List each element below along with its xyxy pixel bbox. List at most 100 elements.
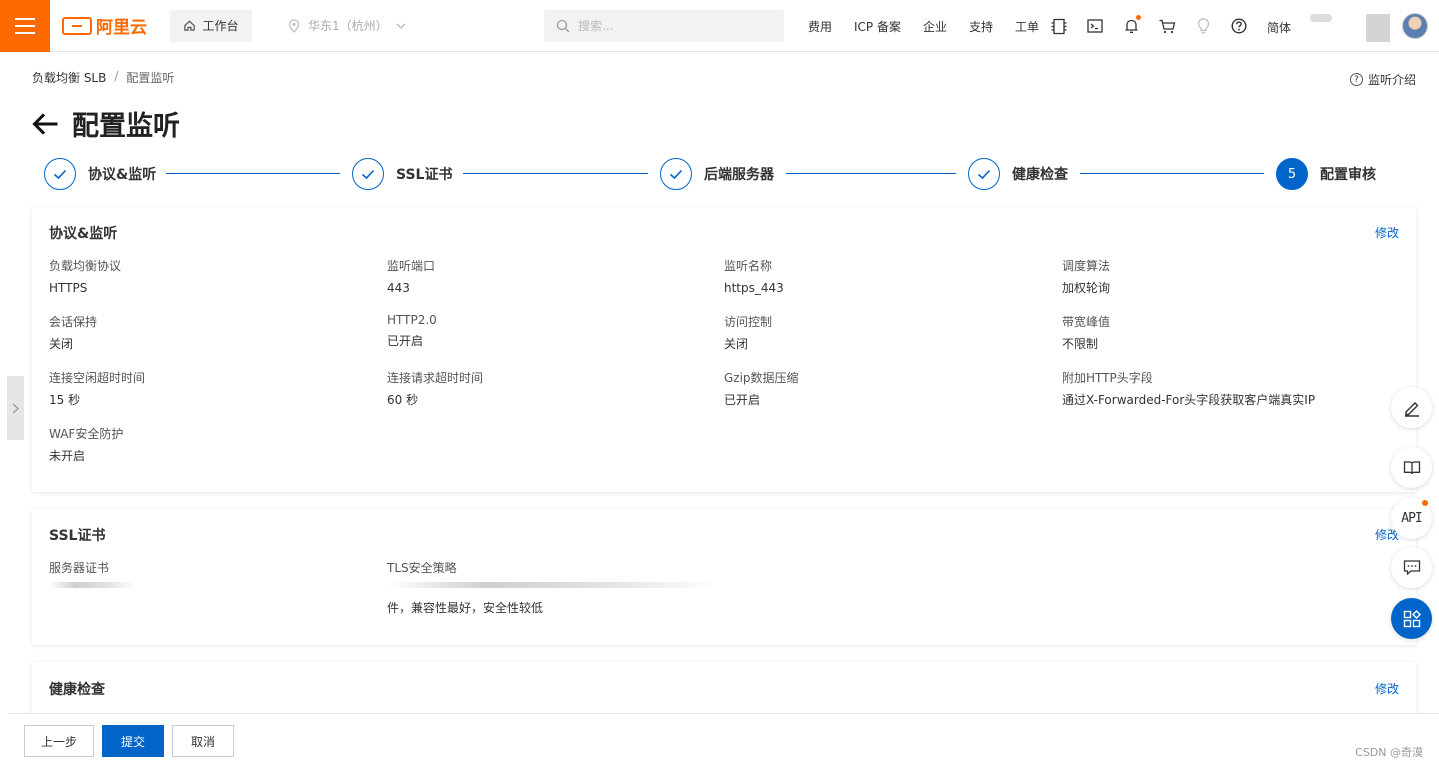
search-placeholder: 搜索... bbox=[578, 19, 614, 33]
language-switch[interactable]: 简体 bbox=[1267, 19, 1291, 36]
api-notification-dot bbox=[1422, 500, 1428, 506]
listener-intro-label: 监听介绍 bbox=[1367, 73, 1416, 87]
breadcrumb-separator: / bbox=[114, 69, 119, 83]
breadcrumb: 负载均衡 SLB / 配置监听 bbox=[32, 69, 174, 86]
nav-ticket[interactable]: 工单 bbox=[1015, 18, 1039, 35]
pencil-icon bbox=[1404, 401, 1419, 417]
hamburger-menu-button[interactable] bbox=[0, 0, 50, 52]
card-title: 健康检查 bbox=[49, 682, 105, 698]
edit-link[interactable]: 修改 bbox=[1375, 224, 1399, 241]
step-ssl: SSL证书 bbox=[352, 158, 452, 190]
nav-enterprise[interactable]: 企业 bbox=[923, 18, 947, 35]
location-pin-icon bbox=[288, 18, 300, 33]
csdn-watermark: CSDN @奇漠 bbox=[1355, 746, 1423, 759]
question-icon: ? bbox=[1349, 73, 1363, 86]
step-review: 5 配置审核 bbox=[1276, 158, 1376, 190]
field-gzip: Gzip数据压缩 已开启 bbox=[724, 371, 799, 407]
server-cert-value-redacted bbox=[49, 582, 137, 588]
chat-icon bbox=[1403, 560, 1420, 576]
field-bandwidth: 带宽峰值 不限制 bbox=[1062, 315, 1111, 351]
field-http-header: 附加HTTP头字段 通过X-Forwarded-For头字段获取客户端真实IP bbox=[1062, 371, 1316, 407]
protocol-listener-card: 协议&监听 修改 负载均衡协议 HTTPS 监听端口 443 监听名称 https_4… bbox=[32, 207, 1416, 492]
top-nav-links: 费用 ICP 备案 企业 支持 工单 bbox=[808, 0, 1039, 52]
card-title: SSL证书 bbox=[49, 528, 106, 544]
cart-icon[interactable] bbox=[1158, 17, 1176, 35]
listener-intro-link[interactable]: ? 监听介绍 bbox=[1349, 71, 1416, 88]
check-icon bbox=[352, 158, 384, 190]
feedback-edit-button[interactable] bbox=[1391, 387, 1432, 428]
api-button[interactable]: API bbox=[1391, 498, 1432, 539]
help-icon[interactable] bbox=[1230, 17, 1248, 35]
field-server-cert: 服务器证书 bbox=[49, 561, 110, 575]
field-acl: 访问控制 关闭 bbox=[724, 315, 773, 351]
tls-policy-value-redacted bbox=[387, 582, 717, 588]
step-protocol: 协议&监听 bbox=[44, 158, 156, 190]
check-icon bbox=[660, 158, 692, 190]
docs-button[interactable] bbox=[1391, 447, 1432, 488]
cancel-button[interactable]: 取消 bbox=[172, 725, 234, 757]
breadcrumb-root[interactable]: 负载均衡 SLB bbox=[32, 69, 106, 86]
workbench-label: 工作台 bbox=[202, 19, 239, 33]
field-request-timeout: 连接请求超时时间 60 秒 bbox=[387, 371, 484, 407]
book-icon bbox=[1403, 461, 1420, 475]
account-badge-redacted bbox=[1366, 14, 1390, 42]
field-session-sticky: 会话保持 关闭 bbox=[49, 315, 98, 351]
step-connector bbox=[786, 173, 956, 174]
region-selector[interactable]: 华东1（杭州） bbox=[288, 17, 498, 34]
check-icon bbox=[44, 158, 76, 190]
nav-billing[interactable]: 费用 bbox=[808, 18, 832, 35]
nav-icp[interactable]: ICP 备案 bbox=[854, 18, 901, 35]
terminal-icon[interactable] bbox=[1086, 17, 1104, 35]
apps-button[interactable] bbox=[1391, 598, 1432, 639]
top-icon-group bbox=[1050, 0, 1248, 52]
search-input[interactable]: 搜索... bbox=[544, 9, 784, 42]
home-icon bbox=[184, 20, 196, 31]
field-listener-port: 监听端口 443 bbox=[387, 259, 436, 295]
step-connector bbox=[463, 173, 648, 174]
submit-button[interactable]: 提交 bbox=[102, 725, 164, 757]
check-icon bbox=[968, 158, 1000, 190]
field-waf: WAF安全防护 未开启 bbox=[49, 427, 124, 463]
field-scheduler: 调度算法 加权轮询 bbox=[1062, 259, 1111, 295]
ssl-certificate-card: SSL证书 修改 服务器证书 TLS安全策略 件，兼容性最好，安全性较低 bbox=[32, 509, 1416, 645]
edit-link[interactable]: 修改 bbox=[1375, 680, 1399, 697]
field-lb-protocol: 负载均衡协议 HTTPS bbox=[49, 259, 122, 295]
step-label: 后端服务器 bbox=[704, 167, 774, 183]
wizard-steps: 协议&监听 SSL证书 后端服务器 健康检查 5 配置审核 bbox=[44, 158, 1384, 192]
step-number: 5 bbox=[1276, 158, 1308, 190]
back-arrow-icon[interactable] bbox=[32, 112, 58, 135]
notification-dot bbox=[1136, 15, 1141, 20]
chat-button[interactable] bbox=[1391, 547, 1432, 588]
aliyun-logo-icon bbox=[62, 16, 92, 35]
step-label: SSL证书 bbox=[396, 167, 453, 183]
lightbulb-icon[interactable] bbox=[1194, 17, 1212, 35]
nav-support[interactable]: 支持 bbox=[969, 18, 993, 35]
tls-policy-value-line2: 件，兼容性最好，安全性较低 bbox=[387, 601, 544, 615]
step-label: 配置审核 bbox=[1320, 167, 1376, 183]
previous-step-button[interactable]: 上一步 bbox=[24, 725, 94, 757]
step-health: 健康检查 bbox=[968, 158, 1068, 190]
api-explorer-icon[interactable] bbox=[1050, 17, 1068, 35]
user-avatar[interactable] bbox=[1402, 13, 1428, 39]
account-info-redacted bbox=[1310, 14, 1332, 22]
field-listener-name: 监听名称 https_443 bbox=[724, 259, 784, 295]
field-http2: HTTP2.0 已开启 bbox=[387, 313, 437, 348]
page-title: 配置监听 bbox=[72, 111, 180, 142]
apps-grid-icon bbox=[1403, 609, 1421, 627]
step-label: 协议&监听 bbox=[88, 167, 157, 183]
step-connector bbox=[166, 173, 340, 174]
notification-bell-icon[interactable] bbox=[1122, 15, 1141, 35]
search-icon bbox=[556, 19, 570, 32]
footer-action-bar: 上一步 提交 取消 CSDN @奇漠 bbox=[8, 713, 1439, 765]
field-tls-policy: TLS安全策略 bbox=[387, 561, 457, 575]
step-connector bbox=[1080, 173, 1264, 174]
region-label: 华东1（杭州） bbox=[308, 19, 388, 33]
workbench-button[interactable]: 工作台 bbox=[170, 9, 252, 42]
field-idle-timeout: 连接空闲超时时间 15 秒 bbox=[49, 371, 146, 407]
step-backend: 后端服务器 bbox=[660, 158, 774, 190]
sidebar-expand-toggle[interactable] bbox=[7, 376, 24, 440]
breadcrumb-current: 配置监听 bbox=[126, 71, 175, 85]
step-label: 健康检查 bbox=[1012, 167, 1068, 183]
api-icon: API bbox=[1401, 511, 1423, 526]
aliyun-logo[interactable]: 阿里云 bbox=[62, 13, 158, 38]
